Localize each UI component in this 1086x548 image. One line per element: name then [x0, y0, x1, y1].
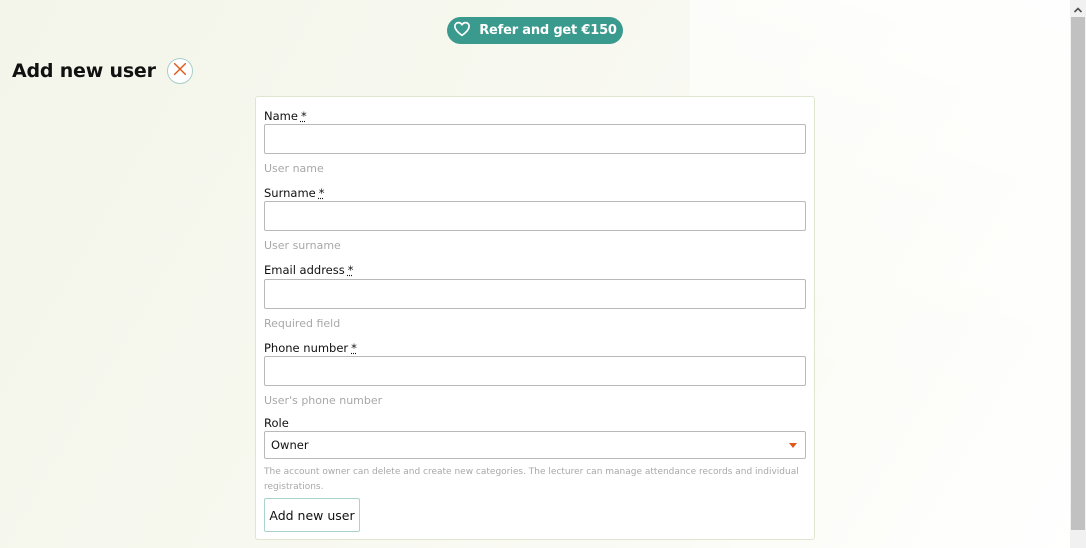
heart-icon [453, 20, 471, 42]
phone-input[interactable] [264, 356, 806, 386]
caret-down-icon [789, 443, 797, 448]
required-marker: * [300, 109, 307, 123]
surname-help: User surname [264, 239, 341, 252]
refer-label: Refer and get €150 [479, 23, 617, 38]
page-title: Add new user [12, 60, 156, 82]
role-selected-value: Owner [271, 438, 309, 452]
scroll-thumb[interactable] [1071, 17, 1085, 530]
add-user-form: Name * User name Surname * User surname Em… [255, 96, 815, 540]
chevron-up-icon [1073, 0, 1083, 18]
add-new-user-button[interactable]: Add new user [264, 498, 360, 532]
name-label: Name * [264, 109, 307, 123]
email-help: Required field [264, 317, 341, 330]
surname-label: Surname * [264, 186, 325, 200]
name-help: User name [264, 162, 324, 175]
required-marker: * [351, 341, 357, 355]
role-help: The account owner can delete and create … [264, 467, 799, 492]
scroll-up-button[interactable] [1070, 0, 1086, 17]
surname-input[interactable] [264, 201, 806, 231]
close-button[interactable] [167, 58, 193, 84]
email-label: Email address * [264, 263, 354, 277]
required-marker: * [318, 186, 325, 200]
scrollbar[interactable] [1070, 0, 1086, 548]
refer-button[interactable]: Refer and get €150 [447, 17, 623, 44]
close-icon [171, 60, 189, 82]
phone-label: Phone number * [264, 341, 357, 355]
role-select[interactable]: Owner [264, 431, 806, 459]
role-label: Role [264, 416, 289, 430]
email-input[interactable] [264, 279, 806, 309]
name-input[interactable] [264, 124, 806, 154]
required-marker: * [347, 263, 354, 277]
phone-help: User's phone number [264, 394, 383, 407]
